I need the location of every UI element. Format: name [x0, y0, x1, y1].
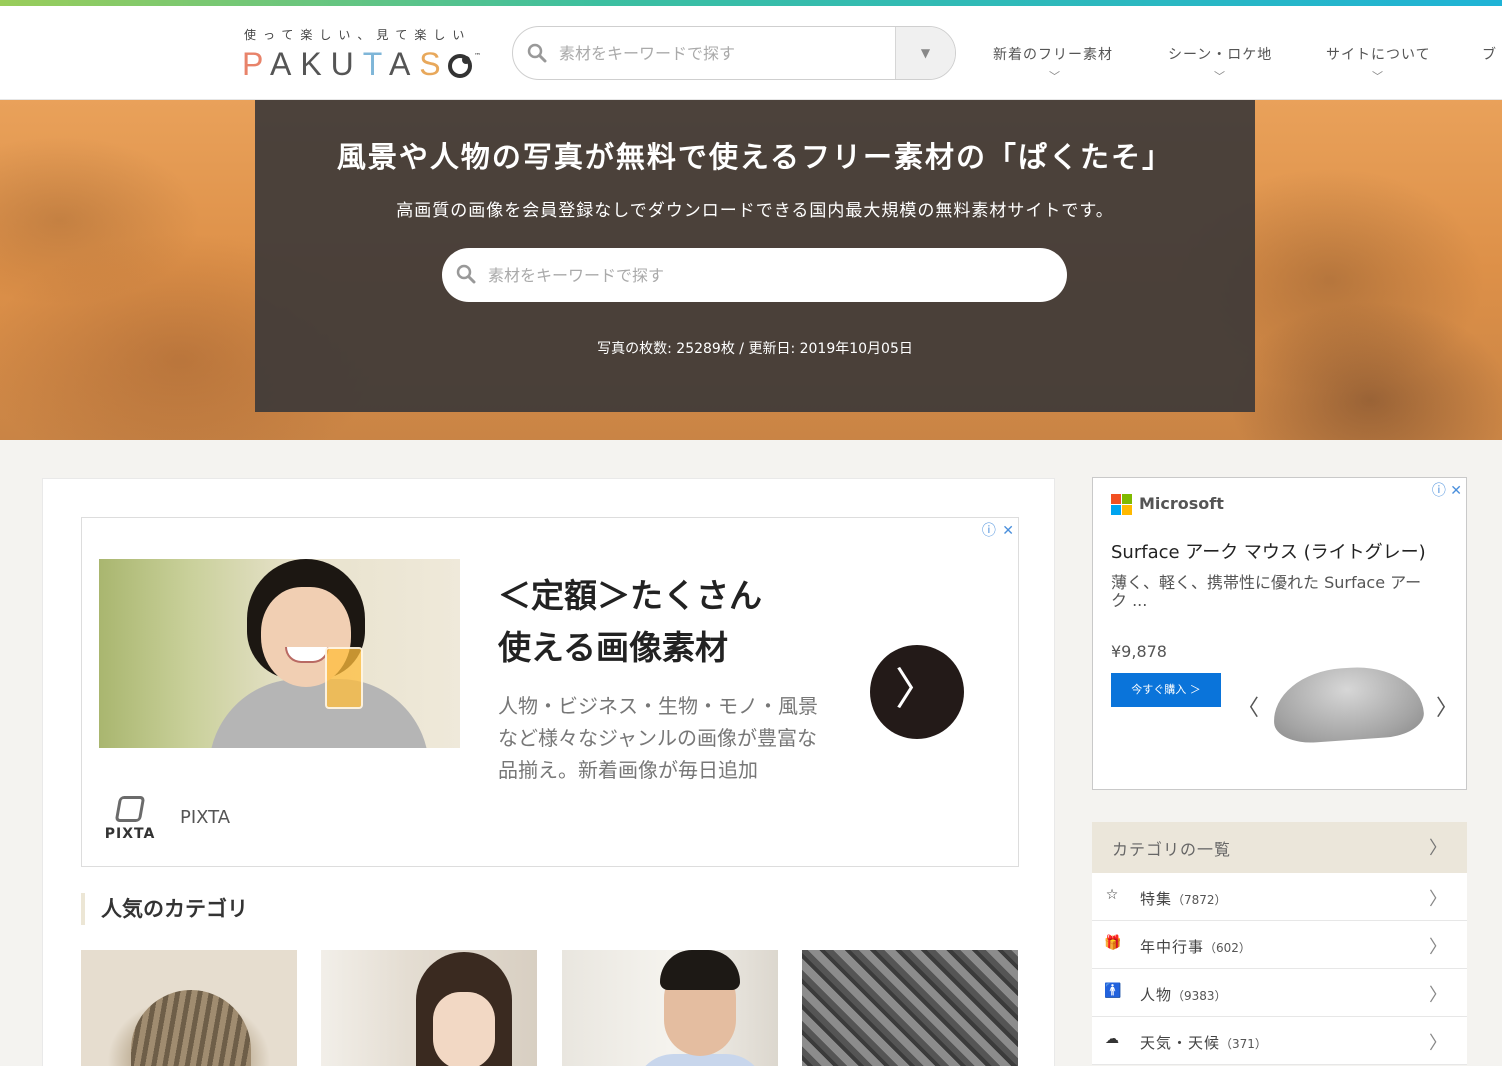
- category-thumbnail-texture[interactable]: [802, 950, 1018, 1066]
- category-count: （371）: [1220, 1037, 1267, 1051]
- person-icon: 🚹: [1104, 983, 1122, 999]
- nav-item-blog[interactable]: ブ: [1482, 44, 1497, 64]
- ad-product-price: ¥9,878: [1111, 642, 1167, 661]
- category-item-weather[interactable]: ☁ 天気・天候（371） 〉: [1092, 1017, 1467, 1065]
- search-icon: [527, 43, 547, 63]
- chevron-down-icon: ﹀: [1372, 70, 1384, 83]
- chevron-down-icon: ﹀: [1214, 70, 1226, 83]
- chevron-right-icon: 〉: [1429, 1033, 1447, 1054]
- chevron-right-icon: 〉: [1429, 985, 1447, 1006]
- chevron-down-icon: ﹀: [1049, 70, 1061, 83]
- category-list-title: カテゴリの一覧: [1112, 840, 1232, 859]
- search-dropdown-button[interactable]: ▼: [895, 27, 955, 79]
- category-label: 天気・天候: [1140, 1034, 1221, 1052]
- ad-info-icon[interactable]: ⓘ: [982, 523, 996, 539]
- nav-item-label: ブ: [1482, 47, 1497, 63]
- category-thumbnail-cat[interactable]: [81, 950, 297, 1066]
- popular-categories-title: 人気のカテゴリ: [81, 893, 248, 925]
- advertiser-name[interactable]: PIXTA: [180, 807, 230, 828]
- category-list-header[interactable]: カテゴリの一覧 〉: [1092, 822, 1467, 873]
- category-thumbnail-woman[interactable]: [321, 950, 537, 1066]
- ad-controls: ⓘ ✕: [1432, 480, 1462, 500]
- star-icon: ☆: [1105, 887, 1119, 903]
- hero-subtitle: 高画質の画像を会員登録なしでダウンロードできる国内最大規模の無料素材サイトです。: [396, 201, 1114, 221]
- hero-search: [442, 248, 1067, 302]
- logo-mark-icon: [448, 54, 472, 78]
- ad-controls: ⓘ ✕: [982, 520, 1014, 540]
- site-stats: 写真の枚数: 25289枚 / 更新日: 2019年10月05日: [597, 341, 913, 357]
- header-search-input[interactable]: [559, 27, 895, 79]
- category-label: 年中行事: [1140, 938, 1205, 956]
- category-label: 人物: [1140, 986, 1173, 1004]
- ad-close-icon[interactable]: ✕: [1450, 483, 1462, 499]
- category-label: 特集: [1140, 890, 1173, 908]
- ad-description: 人物・ビジネス・生物・モノ・風景など様々なジャンルの画像が豊富な品揃え。新着画像…: [498, 694, 818, 782]
- nav-item-label: サイトについて: [1326, 47, 1431, 63]
- main-content: ⓘ ✕ ＜定額＞たくさん 使える画像素材 人物・ビジネス・生物・モノ・風景など様…: [42, 478, 1055, 1066]
- chevron-right-icon: 〉: [1429, 937, 1447, 958]
- category-item-annual-events[interactable]: 🎁 年中行事（602） 〉: [1092, 921, 1467, 969]
- site-logo[interactable]: 使って楽しい、見て楽しい PAKUTAS ™: [242, 24, 482, 90]
- display-ad[interactable]: ⓘ ✕ ＜定額＞たくさん 使える画像素材 人物・ビジネス・生物・モノ・風景など様…: [81, 517, 1019, 867]
- category-item-people[interactable]: 🚹 人物（9383） 〉: [1092, 969, 1467, 1017]
- ad-brand: Microsoft: [1139, 494, 1224, 513]
- ad-info-icon[interactable]: ⓘ: [1432, 483, 1446, 499]
- ad-product-image[interactable]: [1270, 662, 1426, 746]
- search-icon: [456, 264, 476, 284]
- ad-headline[interactable]: ＜定額＞たくさん 使える画像素材: [498, 570, 762, 674]
- carousel-prev-icon[interactable]: 〈: [1237, 690, 1259, 722]
- nav-item-about-site[interactable]: サイトについて ﹀: [1326, 44, 1431, 83]
- category-count: （7872）: [1172, 893, 1227, 907]
- hero-panel: 風景や人物の写真が無料で使えるフリー素材の「ぱくたそ」 高画質の画像を会員登録な…: [255, 100, 1255, 412]
- ad-next-button[interactable]: 〉: [870, 645, 964, 739]
- logo-wordmark: PAKUTAS: [242, 46, 450, 82]
- ad-image[interactable]: [99, 559, 460, 748]
- nav-item-label: 新着のフリー素材: [993, 47, 1113, 63]
- advertiser-logo: PIXTA: [100, 792, 160, 848]
- logo-trademark: ™: [474, 52, 481, 60]
- ad-product-description: 薄く、軽く、携帯性に優れた Surface アーク ...: [1111, 573, 1422, 610]
- category-count: （9383）: [1172, 989, 1227, 1003]
- site-header: 使って楽しい、見て楽しい PAKUTAS ™ ▼ 新着のフリー素材 ﹀ シーン・…: [0, 6, 1502, 100]
- nav-item-label: シーン・ロケ地: [1168, 47, 1273, 63]
- ad-close-icon[interactable]: ✕: [1002, 523, 1014, 539]
- category-thumbnail-man[interactable]: [562, 950, 778, 1066]
- chevron-right-icon: 〉: [1429, 889, 1447, 910]
- carousel-next-icon[interactable]: 〉: [1436, 690, 1458, 722]
- hero-title: 風景や人物の写真が無料で使えるフリー素材の「ぱくたそ」: [336, 140, 1174, 174]
- pixta-logo-icon: [114, 796, 146, 822]
- chevron-right-icon: 〉: [1429, 838, 1447, 859]
- nav-item-scenes-locations[interactable]: シーン・ロケ地 ﹀: [1168, 44, 1273, 83]
- buy-now-button[interactable]: 今すぐ購入 ＞: [1111, 673, 1221, 707]
- gift-icon: 🎁: [1104, 935, 1122, 951]
- nav-item-new-materials[interactable]: 新着のフリー素材 ﹀: [993, 44, 1113, 83]
- category-count: （602）: [1204, 941, 1251, 955]
- sidebar-ad[interactable]: ⓘ ✕ Microsoft Surface アーク マウス (ライトグレー) 薄…: [1092, 477, 1467, 790]
- ad-product-title[interactable]: Surface アーク マウス (ライトグレー): [1111, 538, 1426, 564]
- logo-tagline: 使って楽しい、見て楽しい: [244, 28, 472, 42]
- microsoft-logo-icon: [1111, 494, 1133, 516]
- category-item-features[interactable]: ☆ 特集（7872） 〉: [1092, 873, 1467, 921]
- hero-banner: 風景や人物の写真が無料で使えるフリー素材の「ぱくたそ」 高画質の画像を会員登録な…: [0, 100, 1502, 440]
- category-list: カテゴリの一覧 〉 ☆ 特集（7872） 〉 🎁 年中行事（602） 〉 🚹 人…: [1092, 822, 1467, 1065]
- hero-search-input[interactable]: [488, 248, 1048, 302]
- header-search: ▼: [512, 26, 956, 80]
- cloud-icon: ☁: [1105, 1031, 1119, 1047]
